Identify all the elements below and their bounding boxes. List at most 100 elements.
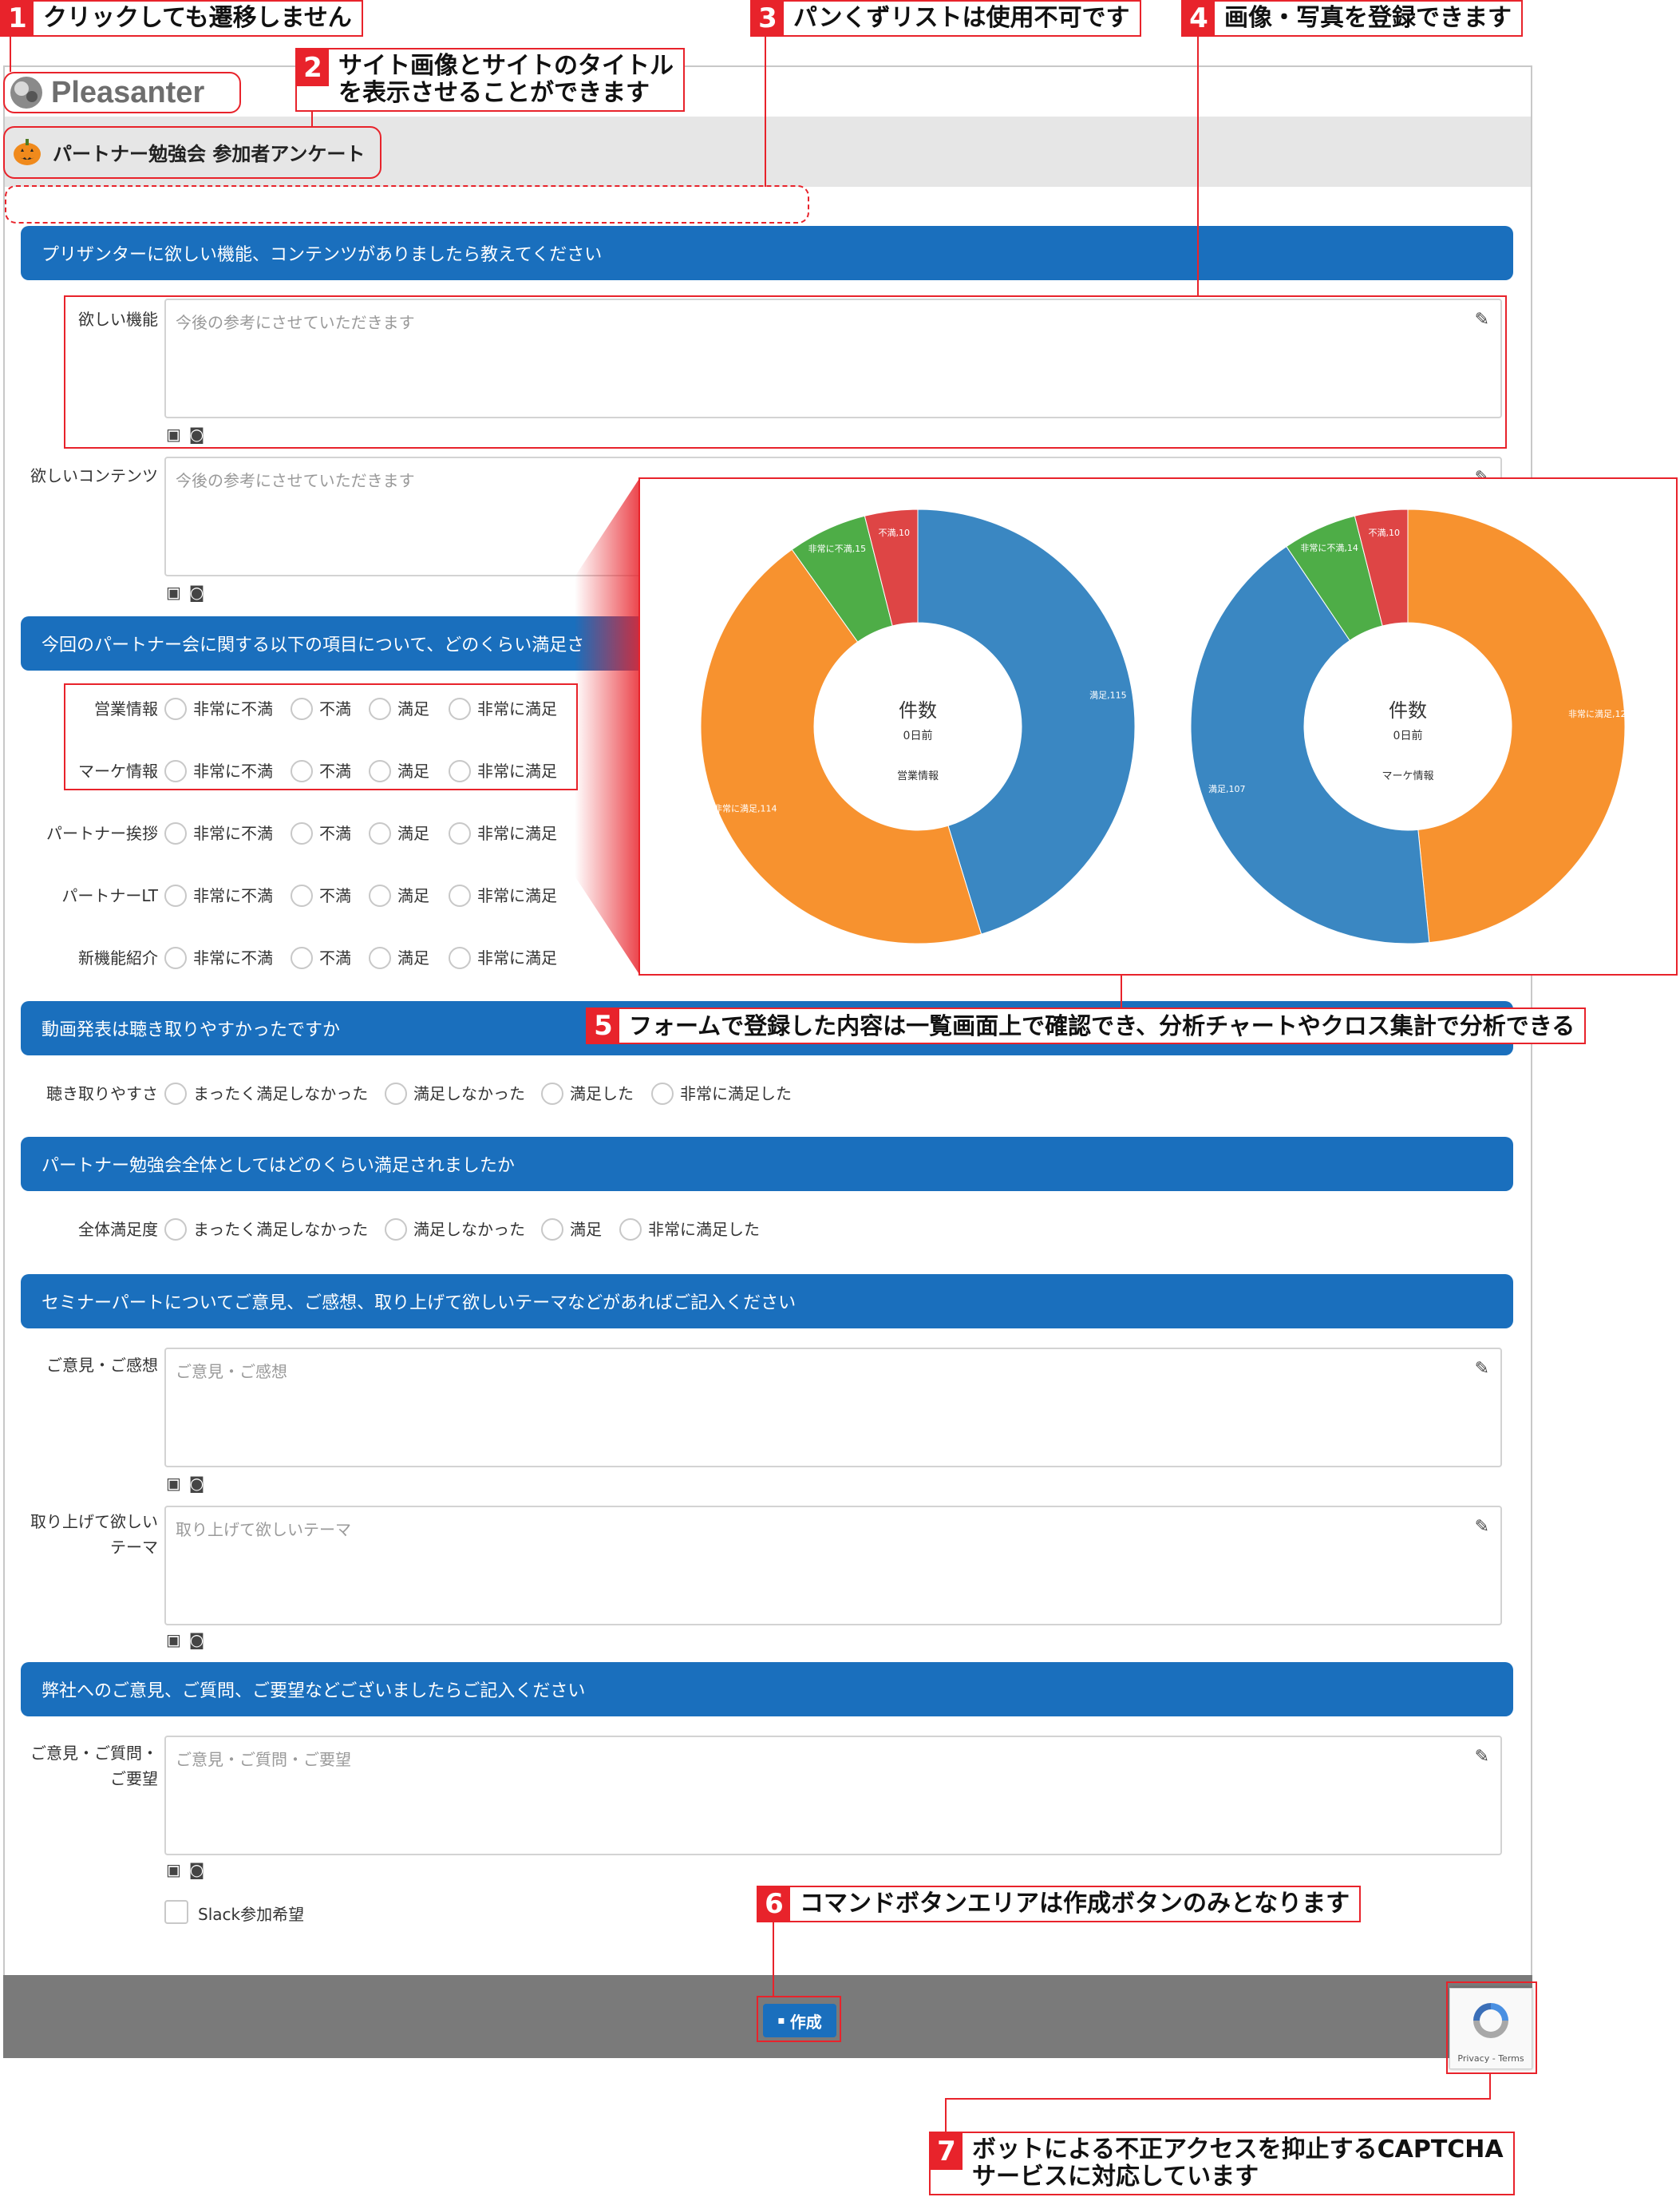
slice-data-label: 不満,10 — [879, 528, 911, 538]
field-label-theme-line2: テーマ — [110, 1538, 158, 1557]
captcha-highlight — [1446, 1981, 1537, 2074]
callout-1: 1 クリックしても遷移しません — [0, 0, 363, 37]
theme-placeholder: 取り上げて欲しいテーマ — [176, 1520, 351, 1539]
slice-data-label: 非常に満足,123 — [1568, 709, 1632, 719]
image-icon[interactable]: ▣ — [166, 1474, 181, 1493]
field-label-requests: ご意見・ご質問・ ご要望 — [16, 1740, 158, 1791]
breadcrumb-placeholder — [5, 185, 809, 224]
image-icon[interactable]: ▣ — [166, 583, 181, 602]
donut-center-title: 件数 — [899, 699, 937, 722]
satisfaction-row-label: パートナーLT — [61, 886, 158, 905]
pencil-icon[interactable]: ✎ — [1475, 1747, 1489, 1767]
satisfaction-option-label: 不満 — [319, 886, 351, 905]
satisfaction-row-label: パートナー挨拶 — [46, 824, 158, 843]
overall-radio[interactable] — [164, 1218, 187, 1241]
requests-placeholder: ご意見・ご質問・ご要望 — [176, 1750, 351, 1769]
satisfaction-radio[interactable] — [449, 822, 471, 845]
overall-label: 全体満足度 — [78, 1220, 158, 1239]
logo-highlight — [3, 72, 241, 113]
attachment-tools: ▣ ◙ — [166, 583, 204, 602]
satisfaction-radio[interactable] — [164, 822, 187, 845]
section-header-company: 弊社へのご意見、ご質問、ご要望などございましたらご記入ください — [21, 1662, 1513, 1716]
connector-line — [1489, 2072, 1491, 2100]
satisfaction-radio[interactable] — [369, 822, 391, 845]
connector-line — [1197, 35, 1199, 297]
donut-center-title: 件数 — [1389, 699, 1427, 722]
satisfaction-option-label: 非常に満足 — [477, 948, 557, 968]
satisfaction-radio[interactable] — [449, 947, 471, 969]
satisfaction-option-label: 満足 — [397, 824, 429, 843]
image-icon[interactable]: ▣ — [166, 1860, 181, 1879]
satisfaction-option-label: 不満 — [319, 948, 351, 968]
overall-option-label: まったく満足しなかった — [193, 1220, 369, 1239]
satisfaction-option-label: 満足 — [397, 948, 429, 968]
satisfaction-radio[interactable] — [164, 947, 187, 969]
section-header-overall: パートナー勉強会全体としてはどのくらい満足されましたか — [21, 1137, 1513, 1191]
callout-4: 4 画像・写真を登録できます — [1181, 0, 1523, 37]
satisfaction-row-label: 新機能紹介 — [78, 948, 158, 968]
connector-line — [10, 35, 11, 72]
camera-icon[interactable]: ◙ — [189, 1474, 204, 1493]
pencil-icon[interactable]: ✎ — [1475, 1359, 1489, 1379]
satisfaction-radio[interactable] — [291, 822, 313, 845]
overall-option-label: 非常に満足した — [648, 1220, 760, 1239]
slack-label: Slack参加希望 — [198, 1905, 305, 1924]
overall-option-label: 満足しなかった — [413, 1220, 525, 1239]
connector-line — [945, 2098, 1491, 2100]
satisfaction-option-label: 非常に満足 — [477, 886, 557, 905]
satisfaction-option-label: 非常に満足 — [477, 824, 557, 843]
field-label-contents: 欲しいコンテンツ — [30, 466, 158, 485]
contents-placeholder: 今後の参考にさせていただきます — [176, 471, 415, 490]
callout-7: 7 ボットによる不正アクセスを抑止するCAPTCHA サービスに対応しています — [929, 2132, 1515, 2195]
requests-textarea[interactable]: ご意見・ご質問・ご要望 ✎ — [164, 1736, 1502, 1855]
overall-radio[interactable] — [619, 1218, 642, 1241]
listening-radio[interactable] — [651, 1083, 674, 1105]
listening-option-label: まったく満足しなかった — [193, 1084, 369, 1103]
listening-radio[interactable] — [541, 1083, 563, 1105]
connector-line — [945, 2098, 947, 2133]
listening-radio[interactable] — [164, 1083, 187, 1105]
callout-6: 6 コマンドボタンエリアは作成ボタンのみとなります — [757, 1886, 1362, 1922]
slack-checkbox[interactable] — [164, 1900, 188, 1924]
slice-data-label: 不満,10 — [1369, 528, 1401, 538]
theme-textarea[interactable]: 取り上げて欲しいテーマ ✎ — [164, 1506, 1502, 1625]
callout-3: 3 パンくずリストは使用不可です — [750, 0, 1141, 37]
image-icon[interactable]: ▣ — [166, 1630, 181, 1649]
satisfaction-option-label: 非常に不満 — [193, 948, 273, 968]
listening-option-label: 満足した — [570, 1084, 634, 1103]
connector-line — [1121, 974, 1122, 1011]
field-label-theme-line1: 取り上げて欲しい — [30, 1512, 158, 1531]
satisfaction-radio[interactable] — [369, 947, 391, 969]
analysis-chart-panel: 満足,115 非常に満足,114 非常に不満,15 不満,10 件数 0日前 営業情報 非常に… — [638, 477, 1678, 976]
satisfaction-option-label: 非常に不満 — [193, 886, 273, 905]
attachment-tools: ▣ ◙ — [166, 1474, 204, 1493]
create-button-highlight — [757, 1996, 841, 2042]
slice-data-label: 満足,115 — [1089, 690, 1127, 700]
donut-center-sub: 0日前 — [1393, 729, 1423, 742]
slice-data-label: 満足,107 — [1208, 784, 1246, 794]
satisfaction-radio[interactable] — [369, 885, 391, 907]
satisfaction-radio[interactable] — [291, 885, 313, 907]
slice-data-label: 非常に満足,114 — [714, 803, 777, 813]
pencil-icon[interactable]: ✎ — [1475, 1517, 1489, 1537]
satisfaction-option-label: 非常に不満 — [193, 824, 273, 843]
overall-radio[interactable] — [385, 1218, 407, 1241]
connector-line — [773, 1918, 774, 1997]
opinion-textarea[interactable]: ご意見・ご感想 ✎ — [164, 1348, 1502, 1467]
attachment-tools: ▣ ◙ — [166, 1860, 204, 1879]
field-label-opinion: ご意見・ご感想 — [46, 1356, 158, 1375]
donut-charts: 満足,115 非常に満足,114 非常に不満,15 不満,10 件数 0日前営業情報 非常に… — [700, 509, 1632, 944]
satisfaction-radio[interactable] — [164, 885, 187, 907]
camera-icon[interactable]: ◙ — [189, 583, 204, 602]
camera-icon[interactable]: ◙ — [189, 1630, 204, 1649]
camera-icon[interactable]: ◙ — [189, 1860, 204, 1879]
connector-line — [765, 35, 766, 187]
textarea-highlight — [64, 295, 1507, 449]
satisfaction-option-label: 不満 — [319, 824, 351, 843]
donut-center-label: 営業情報 — [897, 770, 939, 782]
satisfaction-radio[interactable] — [449, 885, 471, 907]
satisfaction-radio[interactable] — [291, 947, 313, 969]
overall-radio[interactable] — [541, 1218, 563, 1241]
donut-center-label: マーケ情報 — [1382, 770, 1433, 782]
listening-radio[interactable] — [385, 1083, 407, 1105]
